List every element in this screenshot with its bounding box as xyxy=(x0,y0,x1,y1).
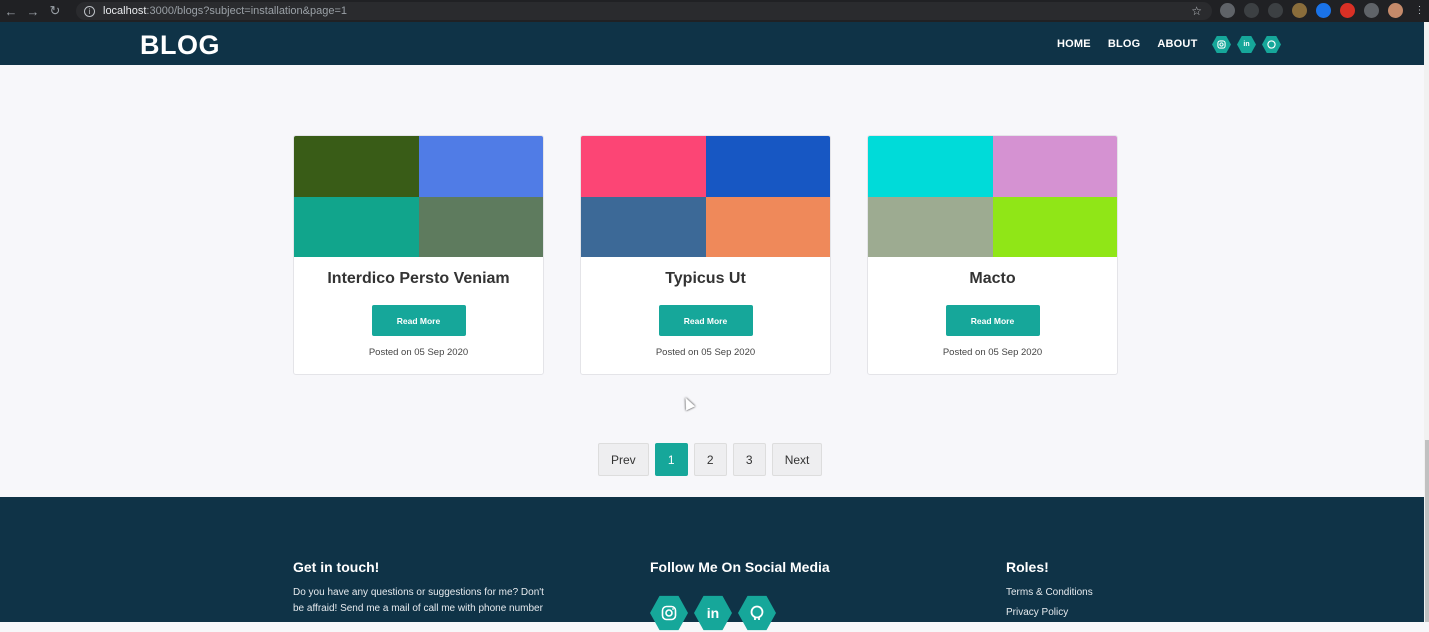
page-2-button[interactable]: 2 xyxy=(693,443,727,476)
extensions-puzzle-icon[interactable] xyxy=(1364,3,1379,18)
privacy-link[interactable]: Privacy Policy xyxy=(1006,607,1093,618)
footer-contact-title: Get in touch! xyxy=(293,559,380,575)
thumbnail-tile xyxy=(868,196,993,257)
profile-avatar[interactable] xyxy=(1388,3,1403,18)
thumbnail-tile xyxy=(294,196,419,257)
card-title: Typicus Ut xyxy=(665,270,746,287)
thumbnail-tile xyxy=(418,136,543,197)
posted-date: Posted on 05 Sep 2020 xyxy=(368,347,469,358)
linkedin-icon[interactable]: in xyxy=(1237,35,1256,54)
footer-roles-title: Roles! xyxy=(1006,559,1049,575)
thumbnail-tile xyxy=(581,196,706,257)
url-path: :3000/blogs?subject=installation&page=1 xyxy=(146,5,348,17)
nav-home-link[interactable]: HOME xyxy=(1057,38,1091,50)
blog-card: Interdico Persto Veniam Read More Posted… xyxy=(293,135,544,375)
thumbnail-tile xyxy=(868,136,993,197)
pagination: Prev 1 2 3 Next xyxy=(598,443,823,476)
thumbnail-tile xyxy=(992,196,1117,257)
thumbnail-tile xyxy=(705,196,830,257)
prev-page-button[interactable]: Prev xyxy=(598,443,649,476)
extension-icon[interactable] xyxy=(1244,3,1259,18)
site-footer: Get in touch! Do you have any questions … xyxy=(0,497,1424,631)
card-title: Interdico Persto Veniam xyxy=(327,270,510,287)
thumbnail-tile xyxy=(581,136,706,197)
read-more-button[interactable]: Read More xyxy=(945,305,1040,336)
footer-roles: Roles! Terms & Conditions Privacy Policy xyxy=(1006,559,1093,627)
main-nav: HOME BLOG ABOUT xyxy=(1057,38,1198,50)
header-social-links: in xyxy=(1212,35,1281,54)
footer-social-links: in xyxy=(650,594,830,632)
card-title: Macto xyxy=(969,270,1016,287)
read-more-button[interactable]: Read More xyxy=(371,305,466,336)
blog-card: Macto Read More Posted on 05 Sep 2020 xyxy=(867,135,1118,375)
terms-link[interactable]: Terms & Conditions xyxy=(1006,587,1093,598)
thumbnail-tile xyxy=(705,136,830,197)
extension-icon[interactable] xyxy=(1292,3,1307,18)
posted-date: Posted on 05 Sep 2020 xyxy=(655,347,756,358)
browser-toolbar: ← → ↻ i localhost:3000/blogs?subject=ins… xyxy=(0,0,1429,22)
extension-info-icon[interactable] xyxy=(1268,3,1283,18)
nav-blog-link[interactable]: BLOG xyxy=(1108,38,1141,50)
linkedin-icon[interactable]: in xyxy=(694,595,732,631)
nav-about-link[interactable]: ABOUT xyxy=(1157,38,1197,50)
site-header: BLOG HOME BLOG ABOUT in xyxy=(0,22,1424,65)
extension-icon[interactable] xyxy=(1316,3,1331,18)
github-icon[interactable] xyxy=(1262,35,1281,54)
thumbnail-tile xyxy=(992,136,1117,197)
card-thumbnail[interactable] xyxy=(581,136,830,257)
forward-arrow-icon[interactable]: → xyxy=(22,0,44,22)
next-page-button[interactable]: Next xyxy=(771,443,823,476)
card-thumbnail[interactable] xyxy=(868,136,1117,257)
footer-contact: Get in touch! Do you have any questions … xyxy=(293,559,573,617)
blog-card: Typicus Ut Read More Posted on 05 Sep 20… xyxy=(580,135,831,375)
footer-contact-text: Do you have any questions or suggestions… xyxy=(293,585,573,617)
reload-icon[interactable]: ↻ xyxy=(44,0,66,22)
url-host: localhost xyxy=(103,5,147,17)
blog-list-section: Interdico Persto Veniam Read More Posted… xyxy=(0,65,1424,497)
address-bar[interactable]: i localhost:3000/blogs?subject=installat… xyxy=(76,2,1212,20)
extension-gear-icon[interactable] xyxy=(1220,3,1235,18)
contact-text-line: Do you have any questions or suggestions… xyxy=(293,587,544,598)
back-arrow-icon[interactable]: ← xyxy=(0,0,22,22)
extension-toolbar: ⋮ xyxy=(1220,3,1427,18)
extension-shield-icon[interactable] xyxy=(1340,3,1355,18)
scrollbar-thumb[interactable] xyxy=(1425,440,1429,622)
card-thumbnail[interactable] xyxy=(294,136,543,257)
instagram-icon[interactable] xyxy=(1212,35,1231,54)
contact-text-line: be affraid! Send me a mail of call me wi… xyxy=(293,603,543,614)
thumbnail-tile xyxy=(294,136,419,197)
bookmark-star-icon[interactable]: ☆ xyxy=(1191,4,1202,18)
instagram-icon[interactable] xyxy=(650,595,688,631)
footer-social-title: Follow Me On Social Media xyxy=(650,559,830,575)
page-1-button[interactable]: 1 xyxy=(654,443,688,476)
menu-kebab-icon[interactable]: ⋮ xyxy=(1412,3,1427,18)
footer-roles-list: Terms & Conditions Privacy Policy xyxy=(1006,587,1093,618)
page-3-button[interactable]: 3 xyxy=(732,443,766,476)
site-info-icon[interactable]: i xyxy=(84,5,95,17)
github-icon[interactable] xyxy=(738,595,776,631)
footer-social: Follow Me On Social Media in xyxy=(650,559,830,632)
site-logo[interactable]: BLOG xyxy=(140,30,220,61)
read-more-button[interactable]: Read More xyxy=(658,305,753,336)
posted-date: Posted on 05 Sep 2020 xyxy=(942,347,1043,358)
thumbnail-tile xyxy=(418,196,543,257)
